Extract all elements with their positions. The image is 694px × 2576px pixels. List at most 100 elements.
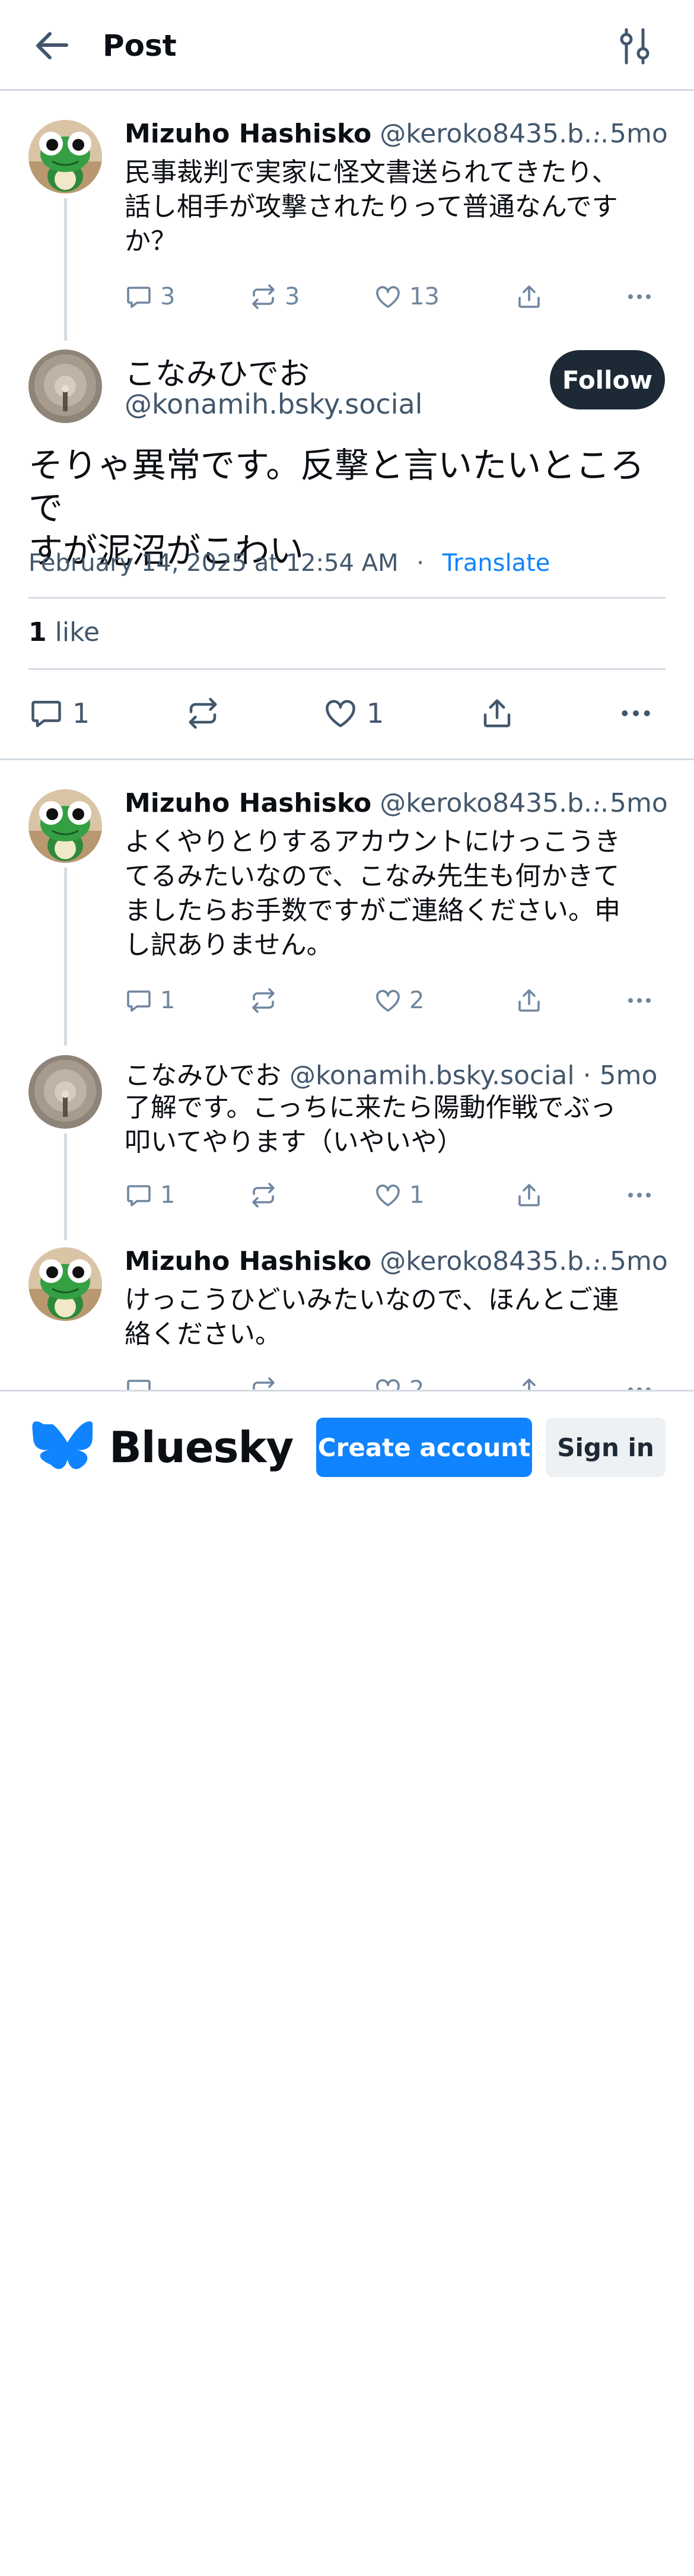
like-button[interactable]: 1 bbox=[374, 1177, 424, 1213]
avatar[interactable] bbox=[28, 350, 102, 423]
reply-button[interactable]: 1 bbox=[125, 1177, 175, 1213]
avatar[interactable] bbox=[28, 1055, 102, 1129]
post-time[interactable]: · 5mo bbox=[593, 1246, 668, 1276]
post-text: よくやりとりするアカウントにけっこうき てるみたいなので、こなみ先生も何かきて … bbox=[125, 827, 620, 960]
more-button[interactable] bbox=[618, 694, 654, 732]
avatar[interactable] bbox=[28, 120, 102, 193]
repost-icon bbox=[249, 986, 278, 1015]
separator: · bbox=[416, 549, 425, 577]
like-button[interactable]: 1 bbox=[323, 694, 384, 732]
author-handle[interactable]: @konamih.bsky.social bbox=[125, 388, 422, 420]
thread-connector bbox=[64, 198, 67, 341]
thread-connector bbox=[64, 868, 67, 1046]
post-actions: 1 1 bbox=[125, 1177, 664, 1213]
share-icon bbox=[515, 282, 543, 311]
author-handle[interactable]: @konamih.bsky.social bbox=[289, 1060, 575, 1091]
reply-button[interactable]: 1 bbox=[28, 694, 90, 732]
reply-count: 3 bbox=[160, 283, 176, 310]
reply-count: 1 bbox=[72, 697, 90, 729]
share-button[interactable] bbox=[479, 694, 515, 732]
heart-icon bbox=[374, 986, 402, 1015]
divider bbox=[28, 668, 666, 670]
section-divider bbox=[0, 758, 694, 760]
brand-name: Bluesky bbox=[109, 1422, 294, 1472]
post-metadata: February 14, 2025 at 12:54 AM · Translat… bbox=[28, 549, 550, 577]
repost-button[interactable]: 3 bbox=[249, 279, 300, 315]
translate-link[interactable]: Translate bbox=[442, 549, 550, 577]
share-icon bbox=[515, 986, 543, 1015]
post-time[interactable]: · 5mo bbox=[593, 119, 668, 149]
repost-button[interactable] bbox=[249, 983, 278, 1018]
share-button[interactable] bbox=[515, 1177, 543, 1213]
sliders-icon bbox=[620, 28, 650, 65]
page-title: Post bbox=[103, 28, 177, 63]
reply-icon bbox=[125, 282, 153, 311]
signup-bar: Bluesky Create account Sign in bbox=[0, 1390, 694, 1494]
reply-count: 1 bbox=[160, 987, 176, 1014]
reply-icon bbox=[28, 695, 64, 731]
more-button[interactable] bbox=[625, 983, 654, 1018]
top-bar: Post bbox=[0, 0, 694, 91]
like-total: 1 bbox=[28, 617, 47, 647]
reply-button[interactable]: 1 bbox=[125, 983, 175, 1018]
reply-button[interactable]: 3 bbox=[125, 279, 175, 315]
arrow-left-icon bbox=[36, 32, 68, 59]
avatar[interactable] bbox=[28, 789, 102, 863]
post-time[interactable]: · 5mo bbox=[593, 788, 668, 818]
thread-settings-button[interactable] bbox=[611, 26, 658, 68]
like-button[interactable]: 13 bbox=[374, 279, 440, 315]
heart-icon bbox=[374, 282, 402, 311]
likes-summary[interactable]: 1 like bbox=[28, 617, 100, 647]
more-icon bbox=[618, 695, 654, 731]
post-time[interactable]: · 5mo bbox=[583, 1060, 658, 1091]
post-actions: 3 3 13 bbox=[125, 279, 664, 315]
repost-icon bbox=[249, 1181, 278, 1209]
like-count: 13 bbox=[409, 283, 440, 310]
reply-count: 1 bbox=[160, 1181, 176, 1209]
thread-connector bbox=[64, 1133, 67, 1240]
back-button[interactable] bbox=[28, 24, 76, 71]
post-author[interactable]: Mizuho Hashisko @keroko8435.b... bbox=[125, 788, 609, 818]
author-handle[interactable]: @keroko8435.b... bbox=[380, 1246, 609, 1276]
heart-icon bbox=[323, 695, 358, 731]
post-author[interactable]: こなみひでお @konamih.bsky.social · 5mo bbox=[125, 1054, 657, 1092]
post-author[interactable]: Mizuho Hashisko @keroko8435.b... bbox=[125, 119, 609, 149]
author-handle[interactable]: @keroko8435.b... bbox=[380, 788, 609, 818]
sign-in-button[interactable]: Sign in bbox=[546, 1418, 666, 1477]
author-handle[interactable]: @keroko8435.b... bbox=[380, 119, 609, 149]
more-button[interactable] bbox=[625, 279, 654, 315]
share-icon bbox=[515, 1181, 543, 1209]
create-account-button[interactable]: Create account bbox=[316, 1418, 532, 1477]
repost-icon bbox=[249, 282, 278, 311]
divider bbox=[28, 597, 666, 599]
display-name[interactable]: Mizuho Hashisko bbox=[125, 1246, 371, 1276]
display-name[interactable]: こなみひでお bbox=[125, 1060, 281, 1091]
post-author[interactable]: Mizuho Hashisko @keroko8435.b... bbox=[125, 1246, 609, 1276]
repost-button[interactable] bbox=[249, 1177, 278, 1213]
share-button[interactable] bbox=[515, 279, 543, 315]
post-text: 民事裁判で実家に怪文書送られてきたり、 話し相手が攻撃されたりって普通なんです … bbox=[125, 157, 618, 256]
like-button[interactable]: 2 bbox=[374, 983, 424, 1018]
more-icon bbox=[625, 1181, 654, 1209]
more-icon bbox=[625, 986, 654, 1015]
share-button[interactable] bbox=[515, 983, 543, 1018]
like-count: 1 bbox=[409, 1181, 425, 1209]
repost-icon bbox=[185, 695, 221, 731]
post-actions: 1 2 bbox=[125, 983, 664, 1018]
display-name[interactable]: Mizuho Hashisko bbox=[125, 788, 371, 818]
share-icon bbox=[479, 695, 515, 731]
butterfly-logo-icon bbox=[32, 1421, 93, 1469]
repost-count: 3 bbox=[285, 283, 300, 310]
heart-icon bbox=[374, 1181, 402, 1209]
follow-button[interactable]: Follow bbox=[550, 350, 665, 409]
post-text: けっこうひどいみたいなので、ほんとご連 絡ください。 bbox=[125, 1285, 619, 1349]
like-label: like bbox=[55, 617, 100, 647]
like-count: 1 bbox=[367, 697, 384, 729]
more-button[interactable] bbox=[625, 1177, 654, 1213]
display-name[interactable]: こなみひでお bbox=[125, 349, 310, 393]
display-name[interactable]: Mizuho Hashisko bbox=[125, 119, 371, 149]
post-text: 了解です。こっちに来たら陽動作戦でぶっ 叩いてやります（いやいや） bbox=[125, 1092, 616, 1157]
avatar[interactable] bbox=[28, 1247, 102, 1321]
repost-button[interactable] bbox=[185, 694, 221, 732]
like-count: 2 bbox=[409, 987, 425, 1014]
